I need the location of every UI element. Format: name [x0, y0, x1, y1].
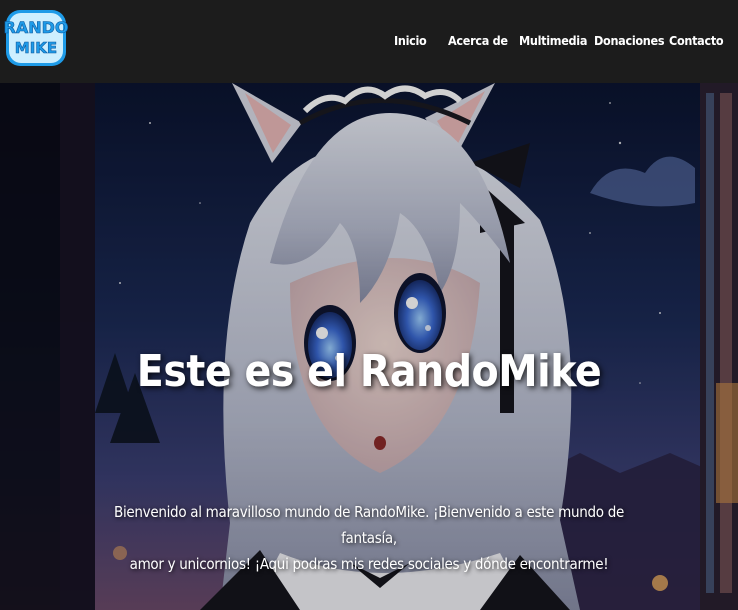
- logo-line1: RANDO: [4, 18, 68, 37]
- page: RANDO MIKE Inicio Acerca de Multimedia D…: [0, 0, 738, 610]
- nav-multimedia[interactable]: Multimedia: [519, 33, 587, 48]
- randomike-logo[interactable]: RANDO MIKE: [3, 6, 69, 70]
- hero-subtitle-line2: amor y unicornios! ¡Aqui podras mis rede…: [129, 555, 609, 573]
- nav-inicio[interactable]: Inicio: [394, 33, 427, 48]
- nav-donaciones[interactable]: Donaciones: [594, 33, 665, 48]
- hero-subtitle-line1: Bienvenido al maravilloso mundo de Rando…: [113, 503, 624, 547]
- hero-title: Este es el RandoMike: [136, 346, 602, 397]
- hero-section: Este es el RandoMike Bienvenido al marav…: [0, 83, 738, 610]
- nav-acerca-de[interactable]: Acerca de: [448, 33, 508, 48]
- nav-contacto[interactable]: Contacto: [669, 33, 724, 48]
- site-header: RANDO MIKE Inicio Acerca de Multimedia D…: [0, 0, 738, 83]
- logo-line2: MIKE: [15, 39, 57, 57]
- hero-subtitle: Bienvenido al maravilloso mundo de Rando…: [100, 499, 638, 577]
